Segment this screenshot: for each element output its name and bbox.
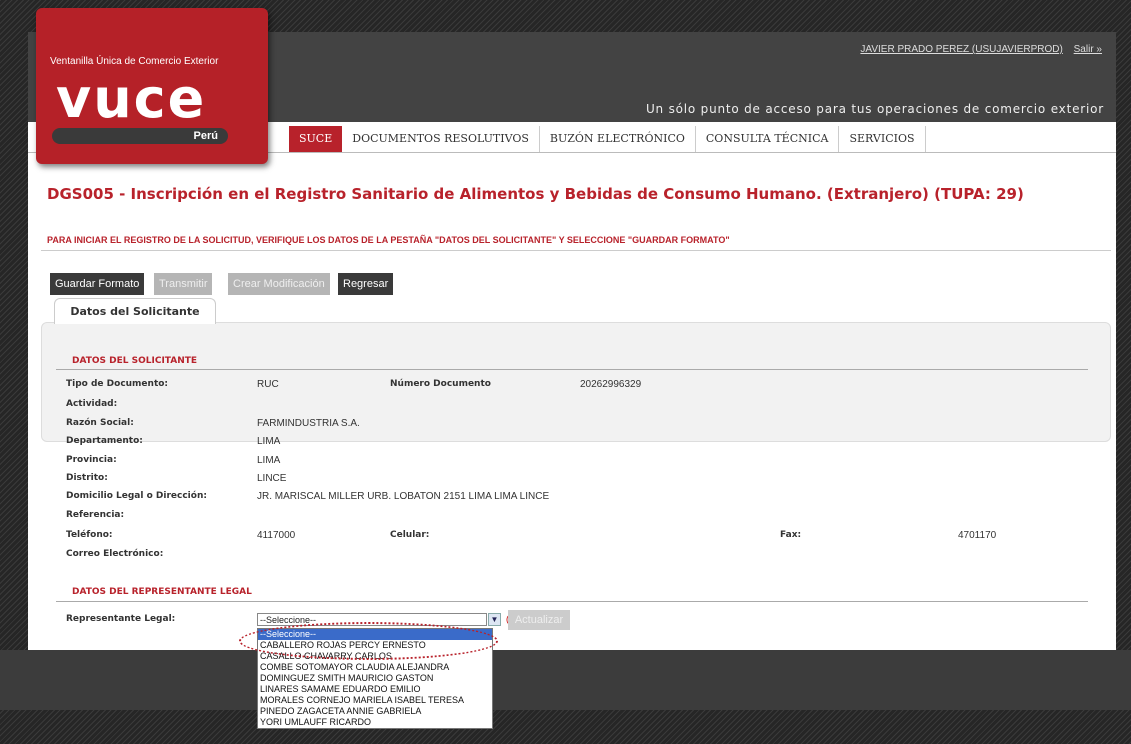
- representante-legal-label: Representante Legal:: [66, 614, 176, 624]
- dropdown-option[interactable]: MORALES CORNEJO MARIELA ISABEL TERESA: [258, 695, 492, 706]
- dropdown-option[interactable]: LINARES SAMAME EDUARDO EMILIO: [258, 684, 492, 695]
- nav-servicios[interactable]: SERVICIOS: [839, 126, 926, 152]
- tab-datos-solicitante[interactable]: Datos del Solicitante: [54, 298, 216, 324]
- telefono-label: Teléfono:: [66, 530, 113, 540]
- dropdown-option[interactable]: --Seleccione--: [258, 629, 492, 640]
- distrito-label: Distrito:: [66, 473, 108, 483]
- nav-documentos-resolutivos[interactable]: DOCUMENTOS RESOLUTIVOS: [342, 126, 540, 152]
- chevron-down-icon[interactable]: ▼: [488, 613, 501, 626]
- celular-label: Celular:: [390, 530, 430, 540]
- actualizar-button[interactable]: Actualizar: [508, 610, 570, 630]
- dropdown-option[interactable]: CASALLO CHAVARRY CARLOS: [258, 651, 492, 662]
- representante-legal-select[interactable]: --Seleccione-- ▼: [257, 613, 501, 626]
- domicilio-value: JR. MARISCAL MILLER URB. LOBATON 2151 LI…: [257, 491, 550, 502]
- domicilio-label: Domicilio Legal o Dirección:: [66, 491, 207, 501]
- footer-bar: [0, 650, 1131, 710]
- user-account-link[interactable]: JAVIER PRADO PEREZ (USUJAVIERPROD): [860, 44, 1062, 55]
- provincia-label: Provincia:: [66, 455, 117, 465]
- logout-link[interactable]: Salir »: [1074, 44, 1102, 55]
- transmitir-button[interactable]: Transmitir: [154, 273, 213, 295]
- tab-panel-background: [41, 322, 1111, 442]
- tipo-documento-value: RUC: [257, 379, 279, 390]
- dropdown-option[interactable]: CABALLERO ROJAS PERCY ERNESTO: [258, 640, 492, 651]
- razon-social-label: Razón Social:: [66, 418, 134, 428]
- vuce-logo[interactable]: Ventanilla Única de Comercio Exterior vu…: [36, 8, 268, 164]
- dropdown-option[interactable]: PINEDO ZAGACETA ANNIE GABRIELA: [258, 706, 492, 717]
- dropdown-option[interactable]: YORI UMLAUFF RICARDO: [258, 717, 492, 728]
- logo-subtitle: Ventanilla Única de Comercio Exterior: [50, 56, 219, 67]
- dropdown-option[interactable]: DOMINGUEZ SMITH MAURICIO GASTON: [258, 673, 492, 684]
- correo-label: Correo Electrónico:: [66, 549, 164, 559]
- regresar-button[interactable]: Regresar: [338, 273, 394, 295]
- departamento-label: Departamento:: [66, 436, 143, 446]
- numero-documento-value: 20262996329: [580, 379, 642, 390]
- section-datos-solicitante: DATOS DEL SOLICITANTE: [72, 356, 198, 366]
- crear-modificacion-button[interactable]: Crear Modificación: [228, 273, 330, 295]
- nav-suce[interactable]: SUCE: [289, 126, 343, 152]
- referencia-label: Referencia:: [66, 510, 125, 520]
- distrito-value: LINCE: [257, 473, 287, 484]
- guardar-formato-button[interactable]: Guardar Formato: [50, 273, 145, 295]
- departamento-value: LIMA: [257, 436, 281, 447]
- page-title: DGS005 - Inscripción en el Registro Sani…: [47, 185, 1024, 203]
- select-value: --Seleccione--: [260, 615, 317, 625]
- dropdown-option[interactable]: COMBE SOTOMAYOR CLAUDIA ALEJANDRA: [258, 662, 492, 673]
- provincia-value: LIMA: [257, 455, 281, 466]
- section-representante-legal: DATOS DEL REPRESENTANTE LEGAL: [72, 587, 252, 597]
- section-divider: [56, 369, 1088, 370]
- representante-dropdown-list[interactable]: --Seleccione-- CABALLERO ROJAS PERCY ERN…: [257, 628, 493, 729]
- fax-value: 4701170: [958, 530, 997, 541]
- instruction-text: PARA INICIAR EL REGISTRO DE LA SOLICITUD…: [47, 235, 730, 245]
- razon-social-value: FARMINDUSTRIA S.A.: [257, 418, 360, 429]
- section-divider: [56, 601, 1088, 602]
- nav-consulta-tecnica[interactable]: CONSULTA TÉCNICA: [696, 126, 840, 152]
- telefono-value: 4117000: [257, 530, 296, 541]
- numero-documento-label: Número Documento: [390, 379, 491, 389]
- logo-wordmark: vuce: [56, 67, 207, 130]
- logo-country: Perú: [52, 128, 228, 144]
- tipo-documento-label: Tipo de Documento:: [66, 379, 169, 389]
- nav-buzon-electronico[interactable]: BUZÓN ELECTRÓNICO: [540, 126, 696, 152]
- actividad-label: Actividad:: [66, 399, 118, 409]
- fax-label: Fax:: [780, 530, 802, 540]
- tagline: Un sólo punto de acceso para tus operaci…: [645, 102, 1104, 116]
- user-links: JAVIER PRADO PEREZ (USUJAVIERPROD) Salir…: [852, 44, 1102, 55]
- divider: [41, 250, 1111, 251]
